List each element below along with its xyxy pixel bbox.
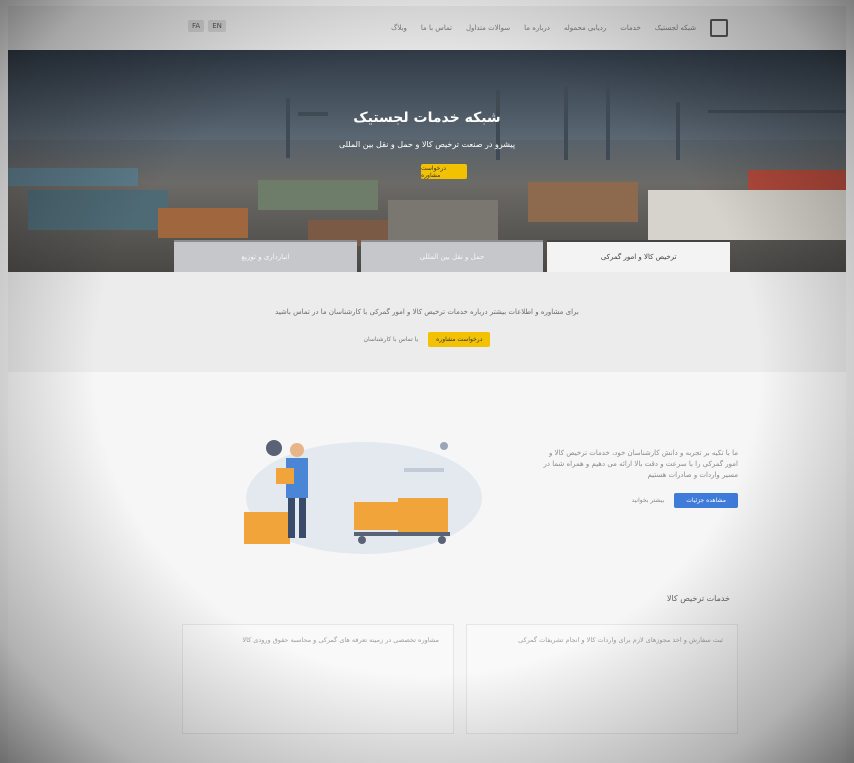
service-card-text: ثبت سفارش و اخذ مجوزهای لازم برای واردات…	[518, 636, 723, 644]
service-cards: ثبت سفارش و اخذ مجوزهای لازم برای واردات…	[182, 624, 738, 734]
container-stack	[528, 182, 638, 222]
container-stack	[258, 180, 378, 210]
hero-cta-button[interactable]: درخواست مشاوره	[421, 164, 467, 179]
container-stack	[28, 190, 168, 230]
service-card[interactable]: مشاوره تخصصی در زمینه تعرفه های گمرکی و …	[182, 624, 454, 734]
nav-item-contact[interactable]: تماس با ما	[421, 24, 452, 32]
feature-read-more-link[interactable]: بیشتر بخوانید	[631, 497, 664, 504]
hero-sky	[8, 50, 846, 140]
container-stack	[158, 208, 248, 238]
container-stack	[748, 170, 846, 190]
logistics-illustration	[244, 440, 482, 554]
page: شبکه لجستیک خدمات ردیابی محموله درباره م…	[0, 0, 854, 763]
service-tabs: ترخیص کالا و امور گمرکی حمل و نقل بین ال…	[173, 240, 730, 272]
crane-graphic	[286, 98, 290, 158]
nav-item-network[interactable]: شبکه لجستیک	[655, 24, 696, 32]
service-card[interactable]: ثبت سفارش و اخذ مجوزهای لازم برای واردات…	[466, 624, 738, 734]
feature-description-block: ما با تکیه بر تجربه و دانش کارشناسان خود…	[538, 448, 738, 508]
nav-item-services[interactable]: خدمات	[620, 24, 640, 32]
top-navigation: شبکه لجستیک خدمات ردیابی محموله درباره م…	[8, 6, 846, 50]
container-stack	[648, 190, 846, 240]
main-content: ما با تکیه بر تجربه و دانش کارشناسان خود…	[8, 372, 846, 763]
tab-content-band: برای مشاوره و اطلاعات بیشتر درباره خدمات…	[8, 272, 846, 372]
service-card-text: مشاوره تخصصی در زمینه تعرفه های گمرکی و …	[242, 636, 439, 644]
tab-warehousing[interactable]: انبارداری و توزیع	[173, 240, 357, 272]
hero-subtitle: پیشرو در صنعت ترخیص کالا و حمل و نقل بین…	[338, 140, 516, 149]
lang-en-button[interactable]: EN	[208, 20, 226, 32]
feature-description: ما با تکیه بر تجربه و دانش کارشناسان خود…	[543, 449, 739, 479]
hero-title: شبکه خدمات لجستیک	[353, 110, 501, 126]
nav-item-about[interactable]: درباره ما	[524, 24, 550, 32]
language-switcher: EN FA	[188, 20, 226, 32]
lang-fa-button[interactable]: FA	[188, 20, 205, 32]
band-contact-link[interactable]: یا تماس با کارشناسان	[364, 336, 419, 343]
container-stack	[8, 168, 138, 186]
nav-item-tracking[interactable]: ردیابی محموله	[564, 24, 606, 32]
tab-international-shipping[interactable]: حمل و نقل بین المللی	[360, 240, 544, 272]
nav-menu: شبکه لجستیک خدمات ردیابی محموله درباره م…	[391, 24, 696, 32]
band-consult-button[interactable]: درخواست مشاوره	[428, 332, 491, 347]
feature-actions: مشاهده جزئیات بیشتر بخوانید	[538, 493, 738, 508]
feature-details-button[interactable]: مشاهده جزئیات	[674, 493, 738, 508]
hero-banner: شبکه خدمات لجستیک پیشرو در صنعت ترخیص کا…	[8, 50, 846, 272]
section-title: خدمات ترخیص کالا	[666, 594, 730, 603]
tab-customs-clearance[interactable]: ترخیص کالا و امور گمرکی	[547, 240, 730, 272]
band-description: برای مشاوره و اطلاعات بیشتر درباره خدمات…	[275, 308, 579, 316]
logo-icon[interactable]	[710, 19, 728, 37]
band-actions: درخواست مشاوره یا تماس با کارشناسان	[8, 332, 846, 347]
nav-item-blog[interactable]: وبلاگ	[391, 24, 407, 32]
nav-item-faq[interactable]: سوالات متداول	[466, 24, 510, 32]
